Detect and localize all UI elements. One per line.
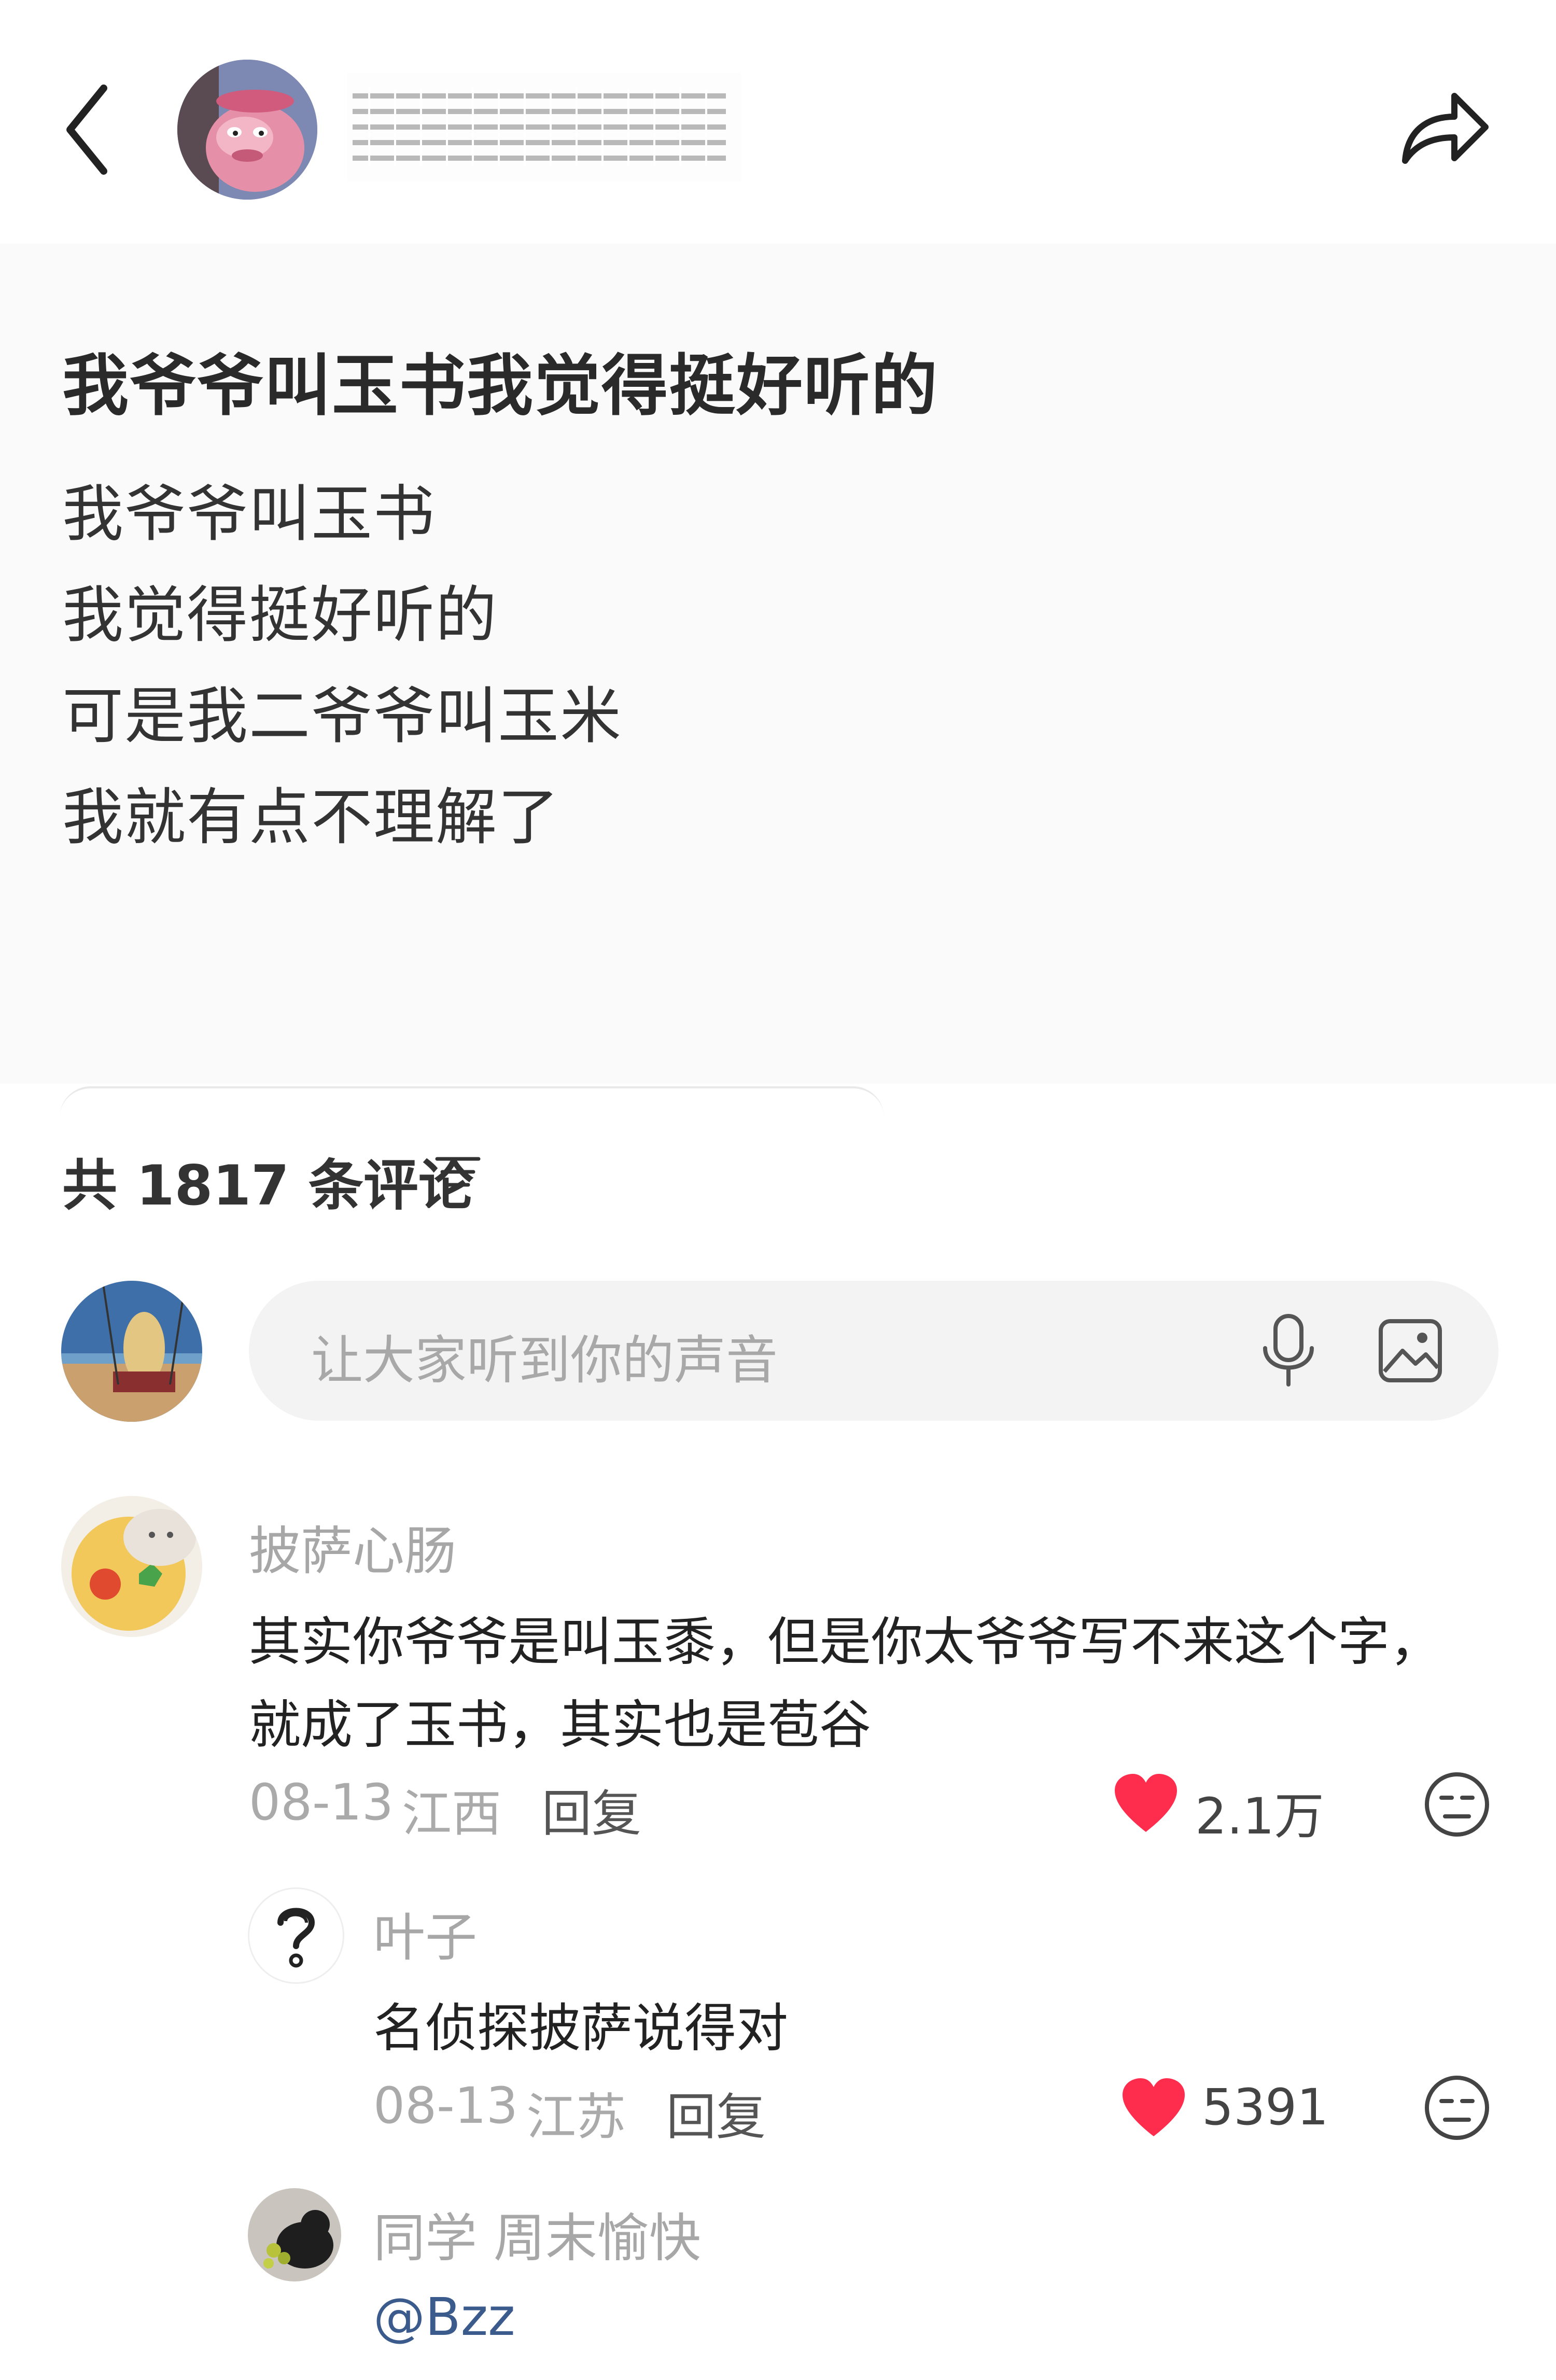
sort-lines-icon[interactable] <box>434 1154 481 1190</box>
author-avatar[interactable] <box>177 60 317 200</box>
dislike-face-icon[interactable] <box>1423 1771 1491 1838</box>
avatar[interactable] <box>248 2188 341 2281</box>
comment-text: 就成了玉书，其实也是苞谷 <box>249 1695 871 1755</box>
heart-icon[interactable] <box>1112 1772 1180 1835</box>
comment-text: 其实你爷爷是叫玉黍，但是你太爷爷写不来这个字， <box>249 1612 1441 1672</box>
avatar[interactable] <box>248 1887 344 1984</box>
comment-username[interactable]: 同学 周末愉快 <box>373 2196 701 2271</box>
dislike-face-icon[interactable] <box>1423 2074 1491 2141</box>
comment-username[interactable]: 叶子 <box>373 1895 477 1970</box>
mention-link[interactable]: @Bzz <box>373 2287 515 2347</box>
comment-location: 江苏 <box>526 2088 626 2146</box>
author-name-obscured <box>347 73 741 181</box>
avatar[interactable] <box>61 1281 202 1422</box>
post-line: 我就有点不理解了 <box>62 781 560 853</box>
heart-icon[interactable] <box>1120 2077 1187 2139</box>
comment-date: 08-13 <box>249 1773 394 1831</box>
avatar[interactable] <box>61 1496 202 1637</box>
post-line: 可是我二爷爷叫玉米 <box>62 680 623 752</box>
reply-button[interactable]: 回复 <box>666 2077 766 2149</box>
post-line: 我爷爷叫玉书 <box>62 478 436 550</box>
comment-date: 08-13 <box>373 2077 518 2135</box>
microphone-icon[interactable] <box>1257 1312 1320 1390</box>
reply-button[interactable]: 回复 <box>542 1773 641 1845</box>
comment-count: 共 1817 条评论 <box>62 1154 473 1217</box>
comment-username[interactable]: 披萨心肠 <box>249 1509 456 1584</box>
post-line: 我觉得挺好听的 <box>62 579 498 651</box>
post-title: 我爷爷叫玉书我觉得挺好听的 <box>62 347 939 425</box>
chevron-left-icon[interactable] <box>57 78 119 181</box>
like-count: 5391 <box>1202 2078 1329 2136</box>
share-arrow-icon[interactable] <box>1395 83 1493 171</box>
image-icon[interactable] <box>1377 1317 1444 1384</box>
comment-input[interactable]: 让大家听到你的声音 <box>249 1281 1498 1421</box>
comment-text: 名侦探披萨说得对 <box>373 1998 788 2059</box>
comment-location: 江西 <box>402 1785 501 1843</box>
comment-input-placeholder: 让大家听到你的声音 <box>311 1330 778 1391</box>
divider <box>60 1086 884 1119</box>
like-count: 2.1万 <box>1195 1787 1324 1845</box>
